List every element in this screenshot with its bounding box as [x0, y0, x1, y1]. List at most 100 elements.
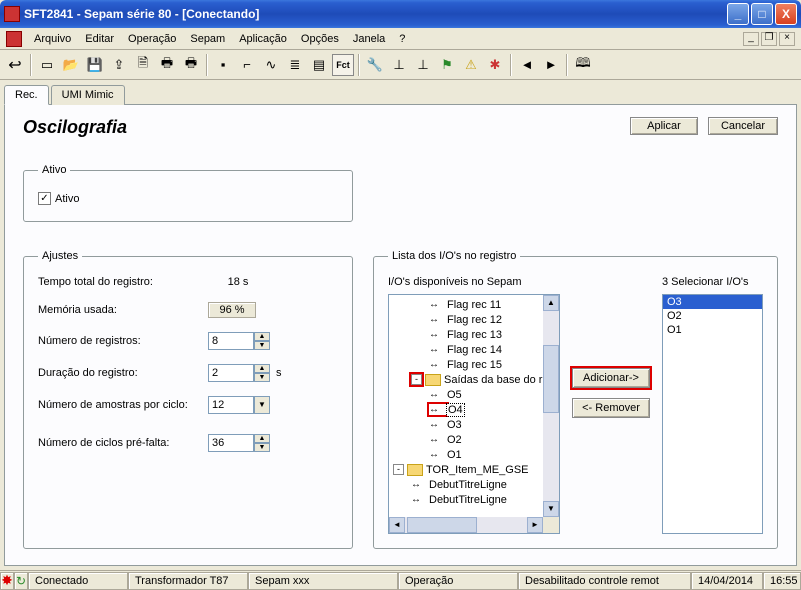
tool-new-icon[interactable]: ▭: [36, 54, 58, 76]
menu-operacao[interactable]: Operação: [122, 31, 182, 47]
dropdown-icon[interactable]: ▼: [254, 396, 270, 414]
aplicar-button[interactable]: Aplicar: [630, 117, 698, 135]
spin-up-icon[interactable]: ▲: [254, 434, 270, 443]
toolbar: ↩ ▭ 📂 💾 ⇪ 🗎 🖶 🖶 ▪ ⌐ ∿ ≣ ▤ Fct 🔧 ⊥ ⊥ ⚑ ⚠ …: [0, 50, 801, 80]
tool-help-icon[interactable]: 🕮: [572, 54, 594, 76]
tree-item[interactable]: ↔DebutTitreLigne: [393, 477, 543, 492]
amostras-combo[interactable]: ▼: [208, 396, 270, 414]
minimize-button[interactable]: _: [727, 3, 749, 25]
tree-folder-tor[interactable]: -TOR_Item_ME_GSE: [393, 462, 543, 477]
list-item[interactable]: O2: [663, 309, 762, 323]
close-button[interactable]: X: [775, 3, 797, 25]
tool-chart-icon[interactable]: ⌐: [236, 54, 258, 76]
amostras-input[interactable]: [208, 396, 254, 414]
tree-item[interactable]: ↔Flag rec 14: [393, 342, 543, 357]
tool-cross-icon[interactable]: ✱: [484, 54, 506, 76]
tool-printall-icon[interactable]: 🖶: [180, 54, 202, 76]
status-trafo: Transformador T87: [128, 572, 248, 590]
status-hora: 16:55: [763, 572, 801, 590]
tab-strip: Rec. UMI Mimic: [4, 85, 797, 105]
tool-back-icon[interactable]: ↩: [4, 54, 26, 76]
memoria-value: 96 %: [208, 302, 256, 318]
list-item[interactable]: O1: [663, 323, 762, 337]
scroll-left-icon[interactable]: ◄: [389, 517, 405, 533]
tool-open-icon[interactable]: 📂: [60, 54, 82, 76]
tree-item[interactable]: ↔Flag rec 12: [393, 312, 543, 327]
menu-janela[interactable]: Janela: [347, 31, 391, 47]
scroll-down-icon[interactable]: ▼: [543, 501, 559, 517]
cancelar-button[interactable]: Cancelar: [708, 117, 778, 135]
spin-up-icon[interactable]: ▲: [254, 332, 270, 341]
tool-prev-icon[interactable]: ◄: [516, 54, 538, 76]
scroll-right-icon[interactable]: ►: [527, 517, 543, 533]
menu-help[interactable]: ?: [393, 31, 411, 47]
tool-printpreview-icon[interactable]: 🗎: [132, 54, 154, 76]
horizontal-scrollbar[interactable]: ◄ ►: [389, 517, 543, 533]
tool-align-icon[interactable]: ≣: [284, 54, 306, 76]
spin-up-icon[interactable]: ▲: [254, 364, 270, 373]
tool-wrench-icon[interactable]: 🔧: [364, 54, 386, 76]
tool-next-icon[interactable]: ►: [540, 54, 562, 76]
tool-node2-icon[interactable]: ⊥: [412, 54, 434, 76]
mdi-minimize[interactable]: _: [743, 32, 759, 46]
selected-listbox[interactable]: O3 O2 O1: [662, 294, 763, 534]
ativo-checkbox[interactable]: ✓: [38, 192, 51, 205]
tool-disk-icon[interactable]: ▪: [212, 54, 234, 76]
prefalta-input[interactable]: [208, 434, 254, 452]
num-registros-spinner[interactable]: ▲▼: [208, 332, 270, 350]
tree-folder-saidas[interactable]: -Saídas da base do r: [393, 372, 543, 387]
scroll-thumb[interactable]: [407, 517, 477, 533]
workspace: Rec. UMI Mimic Oscilografia Aplicar Canc…: [0, 80, 801, 570]
status-data: 14/04/2014: [691, 572, 763, 590]
ativo-group: Ativo ✓ Ativo: [23, 164, 353, 222]
tree-item[interactable]: ↔Flag rec 15: [393, 357, 543, 372]
tool-warning-icon[interactable]: ⚠: [460, 54, 482, 76]
tree-item[interactable]: ↔Flag rec 11: [393, 297, 543, 312]
expander-icon[interactable]: -: [411, 374, 422, 385]
maximize-button[interactable]: □: [751, 3, 773, 25]
menu-opcoes[interactable]: Opções: [295, 31, 345, 47]
scroll-up-icon[interactable]: ▲: [543, 295, 559, 311]
menu-sepam[interactable]: Sepam: [184, 31, 231, 47]
tool-save-icon[interactable]: 💾: [84, 54, 106, 76]
memoria-label: Memória usada:: [38, 304, 208, 316]
duracao-spinner[interactable]: ▲▼: [208, 364, 270, 382]
folder-icon: [407, 464, 423, 476]
expander-icon[interactable]: -: [393, 464, 404, 475]
tool-flag-icon[interactable]: ⚑: [436, 54, 458, 76]
prefalta-spinner[interactable]: ▲▼: [208, 434, 270, 452]
mdi-restore[interactable]: ❐: [761, 32, 777, 46]
menu-aplicacao[interactable]: Aplicação: [233, 31, 293, 47]
tool-list-icon[interactable]: ▤: [308, 54, 330, 76]
tool-node1-icon[interactable]: ⊥: [388, 54, 410, 76]
vertical-scrollbar[interactable]: ▲ ▼: [543, 295, 559, 517]
mdi-close[interactable]: ×: [779, 32, 795, 46]
spin-down-icon[interactable]: ▼: [254, 341, 270, 350]
tool-wave-icon[interactable]: ∿: [260, 54, 282, 76]
tool-print-icon[interactable]: 🖶: [156, 54, 178, 76]
list-item[interactable]: O3: [663, 295, 762, 309]
remover-button[interactable]: <- Remover: [572, 398, 650, 418]
menu-bar: Arquivo Editar Operação Sepam Aplicação …: [0, 28, 801, 50]
adicionar-button[interactable]: Adicionar->: [572, 368, 650, 388]
duracao-input[interactable]: [208, 364, 254, 382]
prefalta-label: Número de ciclos pré-falta:: [38, 437, 208, 449]
scroll-thumb[interactable]: [543, 345, 559, 413]
num-registros-input[interactable]: [208, 332, 254, 350]
tool-fct-button[interactable]: Fct: [332, 54, 354, 76]
tree-box[interactable]: ↔Flag rec 11 ↔Flag rec 12 ↔Flag rec 13 ↔…: [388, 294, 560, 534]
tool-export-icon[interactable]: ⇪: [108, 54, 130, 76]
tree-item[interactable]: ↔Flag rec 13: [393, 327, 543, 342]
spin-down-icon[interactable]: ▼: [254, 443, 270, 452]
menu-editar[interactable]: Editar: [79, 31, 120, 47]
tree-item[interactable]: ↔O5: [393, 387, 543, 402]
tab-rec[interactable]: Rec.: [4, 85, 49, 105]
menu-arquivo[interactable]: Arquivo: [28, 31, 77, 47]
tree-item[interactable]: ↔O3: [393, 417, 543, 432]
tab-umi-mimic[interactable]: UMI Mimic: [51, 85, 125, 105]
tree-item-selected[interactable]: ↔O4: [393, 402, 543, 417]
tree-item[interactable]: ↔O1: [393, 447, 543, 462]
tree-item[interactable]: ↔DebutTitreLigne: [393, 492, 543, 507]
spin-down-icon[interactable]: ▼: [254, 373, 270, 382]
tree-item[interactable]: ↔O2: [393, 432, 543, 447]
